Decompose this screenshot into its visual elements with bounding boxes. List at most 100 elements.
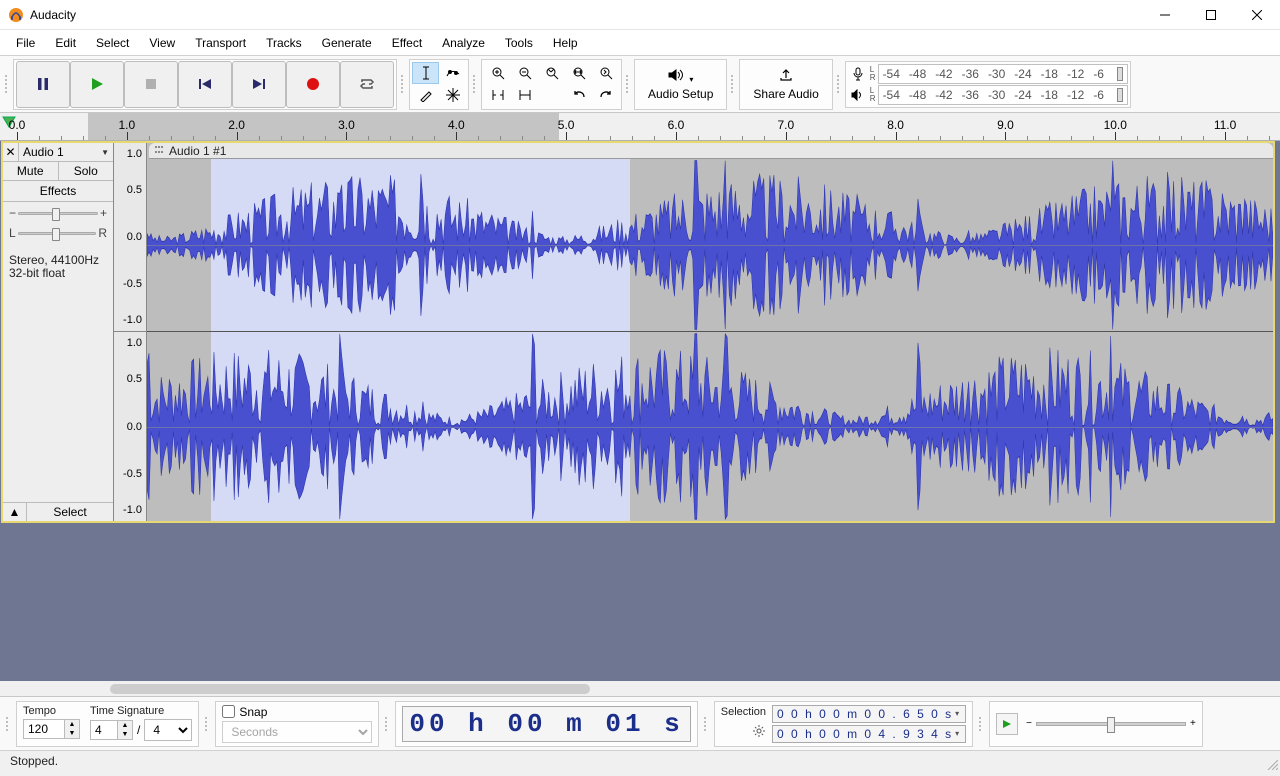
pan-slider[interactable] <box>18 232 97 235</box>
menu-file[interactable]: File <box>6 32 45 54</box>
skip-end-button[interactable] <box>232 61 286 108</box>
fit-selection-icon[interactable] <box>538 62 565 84</box>
audio-track: ✕ Audio 1▼ Mute Solo Effects −+ LR Stere… <box>2 142 1274 522</box>
gain-slider[interactable] <box>18 212 98 215</box>
menu-help[interactable]: Help <box>543 32 588 54</box>
effects-button[interactable]: Effects <box>3 181 113 202</box>
chevron-down-icon: ▼ <box>101 148 109 157</box>
selection-start-readout[interactable]: 0 0 h 0 0 m 0 0 . 6 5 0 s▾ <box>772 705 966 723</box>
menu-tools[interactable]: Tools <box>495 32 543 54</box>
tracks-area: ✕ Audio 1▼ Mute Solo Effects −+ LR Stere… <box>0 141 1280 696</box>
maximize-button[interactable] <box>1188 0 1234 30</box>
close-button[interactable] <box>1234 0 1280 30</box>
toolbar-grip[interactable] <box>624 61 632 108</box>
drag-handle-icon[interactable] <box>155 146 165 156</box>
menu-view[interactable]: View <box>139 32 185 54</box>
envelope-tool-icon[interactable] <box>439 62 466 84</box>
zoom-group <box>481 59 622 110</box>
ts-numerator-input[interactable]: ▲▼ <box>90 720 133 740</box>
audio-setup-label: Audio Setup <box>648 87 713 101</box>
meter-lr-label: LR <box>870 66 876 82</box>
toolbar-grip[interactable] <box>3 61 11 108</box>
collapse-button[interactable]: ▲ <box>3 503 27 521</box>
time-display[interactable]: 00 h 00 m 01 s <box>402 706 690 742</box>
timeline-ruler-row: 0.01.02.03.04.05.06.07.08.09.010.011.0 <box>0 113 1280 141</box>
playback-speed-slider[interactable] <box>1036 722 1186 726</box>
menu-select[interactable]: Select <box>86 32 139 54</box>
toolbar-grip[interactable] <box>729 61 737 108</box>
track-info: Stereo, 44100Hz 32-bit float <box>3 250 113 502</box>
window-title: Audacity <box>30 8 1142 22</box>
menubar: File Edit Select View Transport Tracks G… <box>0 30 1280 56</box>
solo-button[interactable]: Solo <box>59 162 114 180</box>
track-control-panel: ✕ Audio 1▼ Mute Solo Effects −+ LR Stere… <box>3 143 114 521</box>
waveform-area[interactable]: Audio 1 #1 <box>147 143 1273 521</box>
share-icon <box>778 68 794 85</box>
skip-start-button[interactable] <box>178 61 232 108</box>
toolbar-grip[interactable] <box>702 702 710 746</box>
selection-label: Selection <box>721 706 766 718</box>
menu-tracks[interactable]: Tracks <box>256 32 312 54</box>
menu-analyze[interactable]: Analyze <box>432 32 495 54</box>
menu-effect[interactable]: Effect <box>382 32 432 54</box>
speaker-icon[interactable] <box>848 85 868 105</box>
play-button[interactable] <box>70 61 124 108</box>
track-select-button[interactable]: Select <box>27 503 113 521</box>
zoom-out-icon[interactable] <box>511 62 538 84</box>
multi-tool-icon[interactable] <box>439 84 466 106</box>
record-meter[interactable]: -54-48-42-36-30-24-18-12-6 <box>878 64 1128 84</box>
main-toolbar: ▾ Audio Setup Share Audio LR -54-48-42-3… <box>0 56 1280 113</box>
clip-label[interactable]: Audio 1 #1 <box>149 143 1273 159</box>
undo-icon[interactable] <box>565 84 592 106</box>
selection-tool-icon[interactable] <box>412 62 439 84</box>
menu-generate[interactable]: Generate <box>312 32 382 54</box>
silence-icon[interactable] <box>511 84 538 106</box>
stop-button[interactable] <box>124 61 178 108</box>
toolbar-grip[interactable] <box>471 61 479 108</box>
timeline-ruler[interactable]: 0.01.02.03.04.05.06.07.08.09.010.011.0 <box>17 113 1280 140</box>
share-audio-group: Share Audio <box>739 59 832 110</box>
track-name-dropdown[interactable]: Audio 1▼ <box>19 143 113 161</box>
app-icon <box>8 7 24 23</box>
minimize-button[interactable] <box>1142 0 1188 30</box>
mute-button[interactable]: Mute <box>3 162 59 180</box>
time-signature-label: Time Signature <box>90 705 192 717</box>
loop-button[interactable] <box>340 61 394 108</box>
snap-checkbox[interactable]: Snap <box>222 705 267 719</box>
record-level-slider[interactable] <box>1117 67 1123 81</box>
transport-group <box>13 59 397 110</box>
ts-denominator-select[interactable]: 4 <box>144 719 192 741</box>
toolbar-grip[interactable] <box>835 61 843 108</box>
zoom-toggle-icon[interactable] <box>592 62 619 84</box>
toolbar-grip[interactable] <box>977 702 985 746</box>
redo-icon[interactable] <box>592 84 619 106</box>
menu-edit[interactable]: Edit <box>45 32 86 54</box>
speaker-icon: ▾ <box>668 68 693 85</box>
audio-setup-button[interactable]: ▾ Audio Setup <box>637 61 724 108</box>
time-display-group: 00 h 00 m 01 s <box>395 701 697 747</box>
vertical-ruler: 1.00.50.0-0.5-1.0 1.00.50.0-0.5-1.0 <box>114 143 147 521</box>
fit-project-icon[interactable] <box>565 62 592 84</box>
snap-unit-select[interactable]: Seconds <box>222 721 372 743</box>
toolbar-grip[interactable] <box>399 61 407 108</box>
playback-level-slider[interactable] <box>1117 88 1123 102</box>
resize-grip-icon[interactable] <box>1266 758 1278 770</box>
toolbar-grip[interactable] <box>203 702 211 746</box>
toolbar-grip[interactable] <box>4 702 12 746</box>
tempo-input[interactable]: ▲▼ <box>23 719 80 739</box>
share-audio-button[interactable]: Share Audio <box>742 61 829 108</box>
zoom-in-icon[interactable] <box>484 62 511 84</box>
menu-transport[interactable]: Transport <box>185 32 256 54</box>
selection-end-readout[interactable]: 0 0 h 0 0 m 0 4 . 9 3 4 s▾ <box>772 725 966 743</box>
gear-icon[interactable] <box>752 724 766 741</box>
draw-tool-icon[interactable] <box>412 84 439 106</box>
record-button[interactable] <box>286 61 340 108</box>
mic-icon[interactable] <box>848 64 868 84</box>
play-at-speed-button[interactable] <box>996 713 1018 735</box>
horizontal-scrollbar[interactable] <box>0 681 1280 696</box>
playback-meter[interactable]: -54-48-42-36-30-24-18-12-6 <box>878 85 1128 105</box>
track-close-button[interactable]: ✕ <box>3 143 19 161</box>
pause-button[interactable] <box>16 61 70 108</box>
trim-icon[interactable] <box>484 84 511 106</box>
toolbar-grip[interactable] <box>383 702 391 746</box>
